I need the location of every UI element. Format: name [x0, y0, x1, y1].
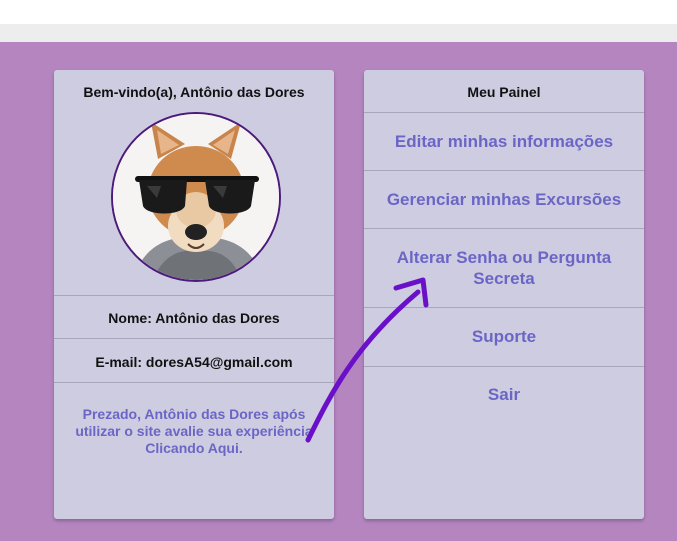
profile-name: Nome: Antônio das Dores: [108, 310, 280, 326]
dashboard-panel: Meu Painel Editar minhas informações Ger…: [364, 70, 644, 519]
profile-card: Bem-vindo(a), Antônio das Dores Nome: An…: [54, 70, 334, 519]
divider: [54, 338, 334, 339]
support-link[interactable]: Suporte: [374, 326, 634, 347]
divider: [364, 307, 644, 308]
browser-top-bar: [0, 0, 677, 25]
panel-title: Meu Painel: [467, 84, 541, 100]
profile-email: E-mail: doresA54@gmail.com: [95, 354, 293, 370]
divider: [364, 228, 644, 229]
divider: [364, 112, 644, 113]
divider: [364, 366, 644, 367]
divider: [54, 295, 334, 296]
change-password-link[interactable]: Alterar Senha ou Pergunta Secreta: [374, 247, 634, 289]
welcome-text: Bem-vindo(a), Antônio das Dores: [83, 84, 305, 100]
manage-excursions-link[interactable]: Gerenciar minhas Excursões: [374, 189, 634, 210]
divider: [54, 382, 334, 383]
logout-link[interactable]: Sair: [374, 384, 634, 405]
dog-with-sunglasses-image: [113, 114, 279, 280]
feedback-link[interactable]: Prezado, Antônio das Dores após utilizar…: [64, 406, 324, 457]
header-strip: [0, 24, 677, 42]
avatar: [111, 112, 281, 282]
divider: [364, 170, 644, 171]
edit-info-link[interactable]: Editar minhas informações: [374, 131, 634, 152]
